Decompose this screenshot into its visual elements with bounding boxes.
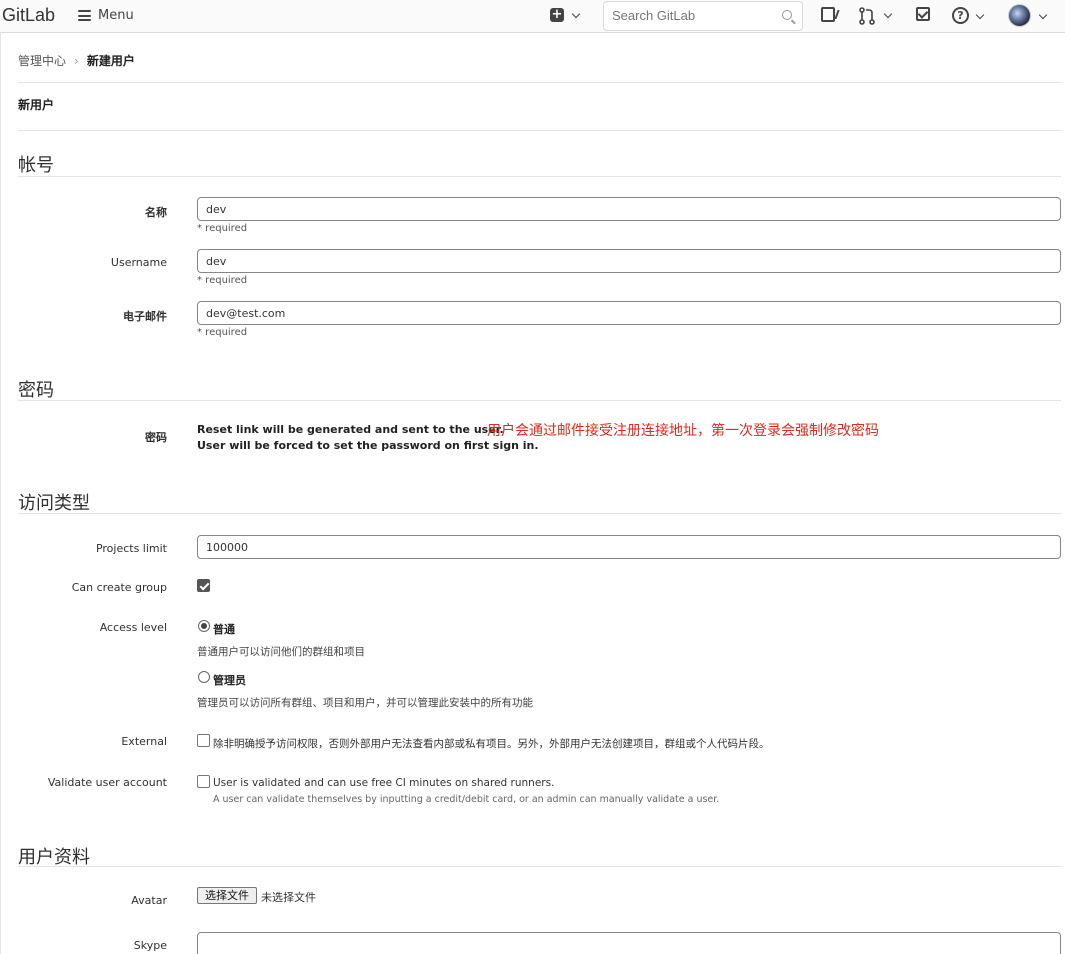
external-label: External [121, 735, 167, 748]
external-checkbox[interactable] [197, 734, 210, 747]
divider [18, 866, 1061, 867]
breadcrumb-admin-link[interactable]: 管理中心 [18, 52, 66, 69]
new-item-dropdown[interactable]: + [550, 8, 580, 22]
user-avatar[interactable] [1008, 4, 1031, 27]
menu-label: Menu [98, 8, 134, 23]
gitlab-logo[interactable]: GitLab [2, 5, 55, 26]
choose-file-button[interactable]: 选择文件 [197, 887, 257, 904]
access-regular-help: 普通用户可以访问他们的群组和项目 [197, 646, 365, 658]
projects-limit-label: Projects limit [95, 542, 167, 555]
skype-label: Skype [133, 939, 167, 952]
email-required-hint: * required [197, 327, 248, 338]
name-required-hint: * required [197, 223, 248, 234]
red-annotation: 用户会通过邮件接受注册连接地址，第一次登录会强制修改密码 [487, 423, 879, 439]
divider [18, 513, 1061, 514]
todos-icon[interactable] [916, 7, 930, 21]
top-navbar: GitLab Menu + ? [0, 0, 1065, 33]
chevron-down-icon[interactable] [1039, 12, 1047, 20]
access-admin-radio[interactable] [198, 671, 210, 683]
email-input[interactable] [197, 301, 1061, 325]
validate-account-label: Validate user account [47, 776, 167, 789]
can-create-group-label: Can create group [71, 581, 167, 594]
external-description: 除非明确授予访问权限，否则外部用户无法查看内部或私有项目。另外，外部用户无法创建… [213, 738, 770, 750]
issues-icon[interactable] [821, 7, 835, 22]
access-admin-help: 管理员可以访问所有群组、项目和用户，并可以管理此安装中的所有功能 [197, 697, 533, 709]
name-label: 名称 [145, 206, 167, 219]
breadcrumb-current: 新建用户 [86, 54, 135, 68]
username-input[interactable] [197, 249, 1061, 273]
section-title-account: 帐号 [18, 155, 54, 176]
menu-button[interactable]: Menu [78, 8, 134, 23]
skype-input[interactable] [197, 932, 1061, 954]
email-label: 电子邮件 [123, 310, 167, 323]
chevron-down-icon [572, 11, 580, 19]
search-icon [782, 10, 792, 20]
search-input[interactable] [612, 8, 772, 23]
access-admin-label[interactable]: 管理员 [213, 672, 246, 688]
page-title: 新用户 [18, 98, 55, 112]
access-regular-label[interactable]: 普通 [213, 621, 235, 637]
username-required-hint: * required [197, 275, 248, 286]
plus-icon: + [550, 7, 564, 22]
chevron-down-icon[interactable] [976, 12, 984, 20]
sidebar-edge [0, 33, 1, 954]
breadcrumb-separator: › [74, 53, 79, 68]
no-file-chosen-text: 未选择文件 [261, 891, 316, 904]
breadcrumb: 管理中心 › 新建用户 [18, 52, 135, 69]
search-box[interactable] [603, 1, 803, 31]
projects-limit-input[interactable] [197, 535, 1061, 559]
validate-account-help: A user can validate themselves by inputt… [213, 794, 720, 805]
merge-request-glyph [859, 7, 875, 25]
section-title-password: 密码 [18, 380, 54, 401]
divider [18, 400, 1061, 401]
divider [18, 176, 1061, 177]
chevron-down-icon [884, 11, 892, 19]
access-regular-radio[interactable] [198, 620, 210, 632]
name-input[interactable] [197, 197, 1061, 221]
password-info-line2: User will be forced to set the password … [197, 439, 539, 452]
merge-requests-icon[interactable] [858, 7, 878, 25]
divider [18, 82, 1061, 83]
divider [18, 130, 1061, 131]
section-title-access: 访问类型 [18, 493, 90, 514]
avatar-label: Avatar [131, 894, 167, 907]
access-level-label: Access level [99, 621, 167, 634]
can-create-group-checkbox[interactable] [197, 579, 210, 592]
help-icon[interactable]: ? [952, 7, 969, 24]
validate-account-checkbox[interactable] [197, 775, 210, 788]
validate-account-text: User is validated and can use free CI mi… [213, 777, 555, 789]
hamburger-icon [78, 10, 91, 21]
username-label: Username [110, 256, 167, 269]
password-label: 密码 [145, 431, 167, 444]
